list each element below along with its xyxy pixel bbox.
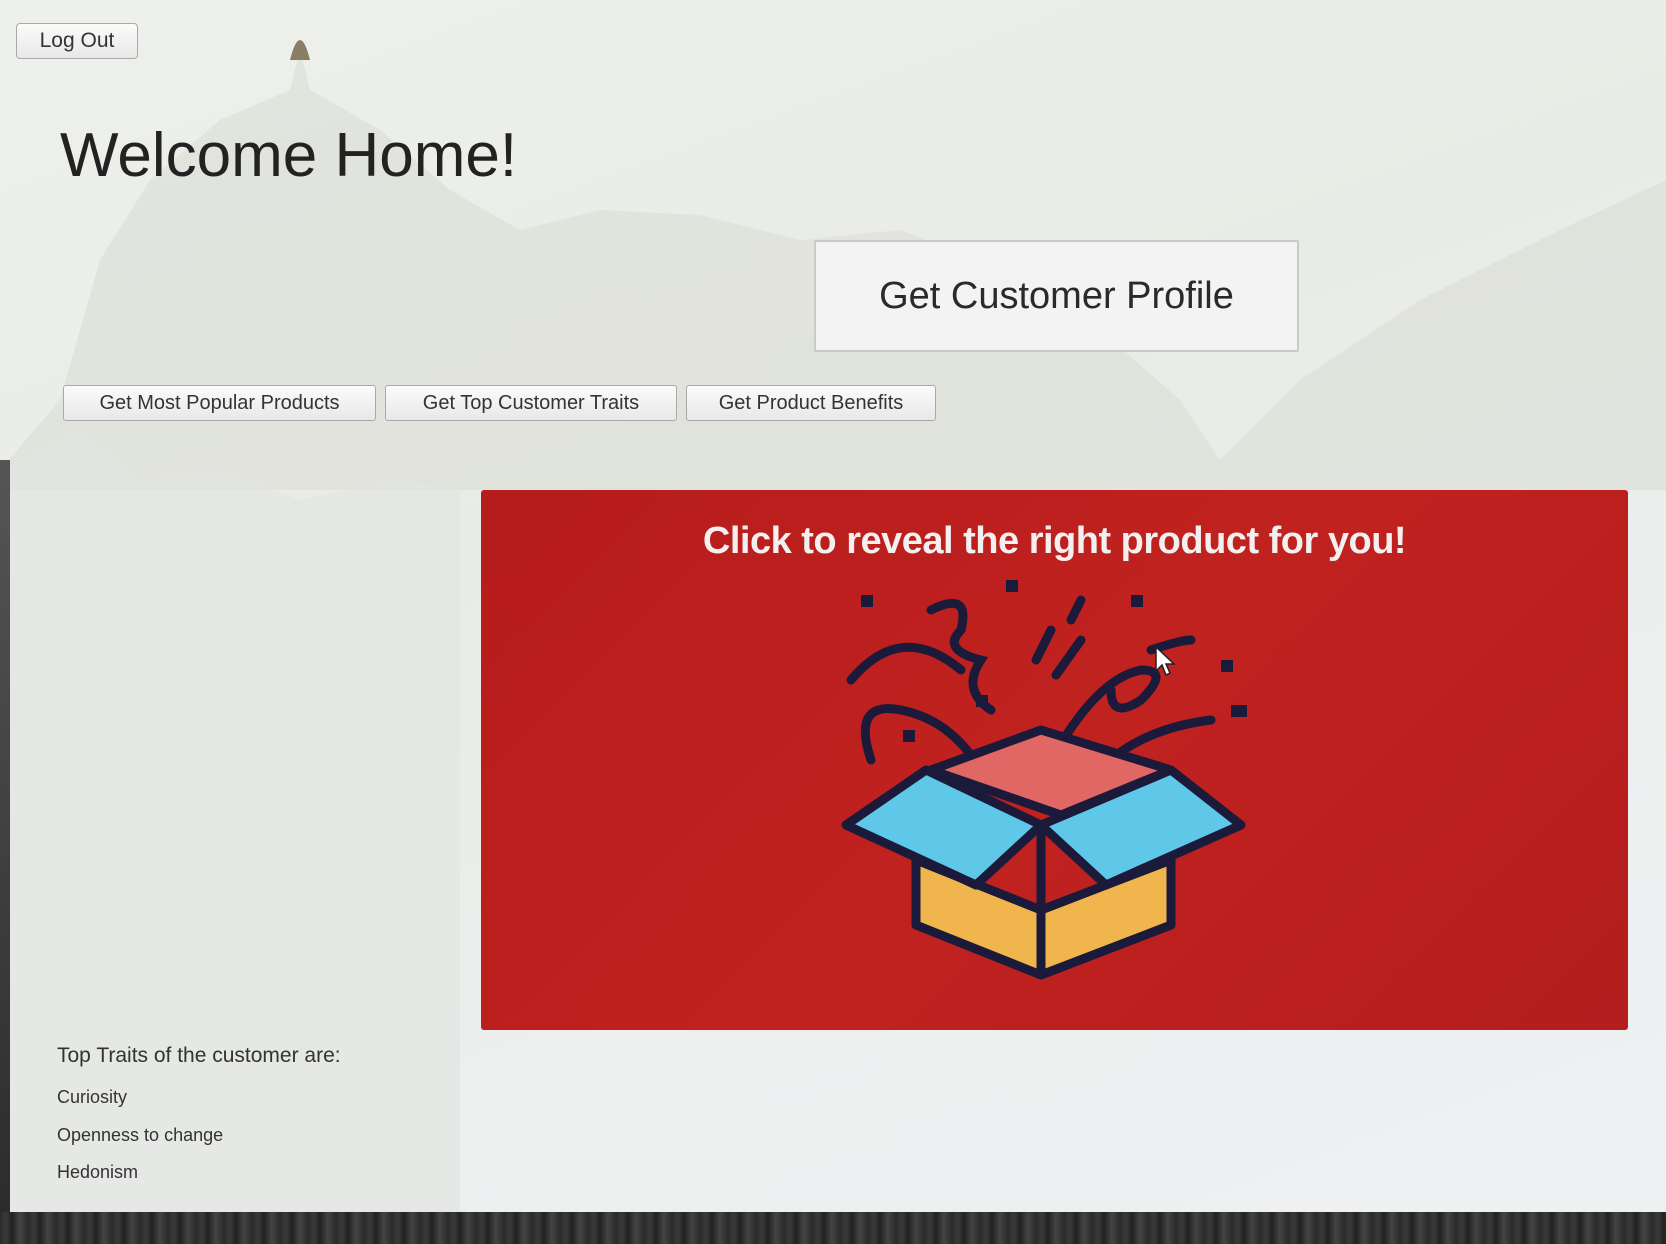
reveal-text: Click to reveal the right product for yo… <box>702 520 1407 562</box>
traits-heading: Top Traits of the customer are: <box>57 1044 341 1067</box>
get-customer-profile-button[interactable]: Get Customer Profile <box>814 240 1299 352</box>
screen-bottom-edge <box>0 1212 1666 1244</box>
get-top-customer-traits-button[interactable]: Get Top Customer Traits <box>385 385 677 421</box>
trait-item: Hedonism <box>57 1162 139 1182</box>
trait-item: Openness to change <box>57 1125 224 1145</box>
page-title: Welcome Home! <box>60 121 518 190</box>
logout-button[interactable]: Log Out <box>16 23 138 59</box>
trait-item: Curiosity <box>57 1087 128 1107</box>
reveal-product-panel[interactable]: Click to reveal the right product for yo… <box>481 490 1628 1030</box>
gift-box-icon <box>841 580 1247 980</box>
get-most-popular-products-button[interactable]: Get Most Popular Products <box>63 385 376 421</box>
get-product-benefits-button[interactable]: Get Product Benefits <box>686 385 936 421</box>
mouse-cursor-icon <box>1155 645 1176 677</box>
screen-edge <box>0 460 10 1212</box>
